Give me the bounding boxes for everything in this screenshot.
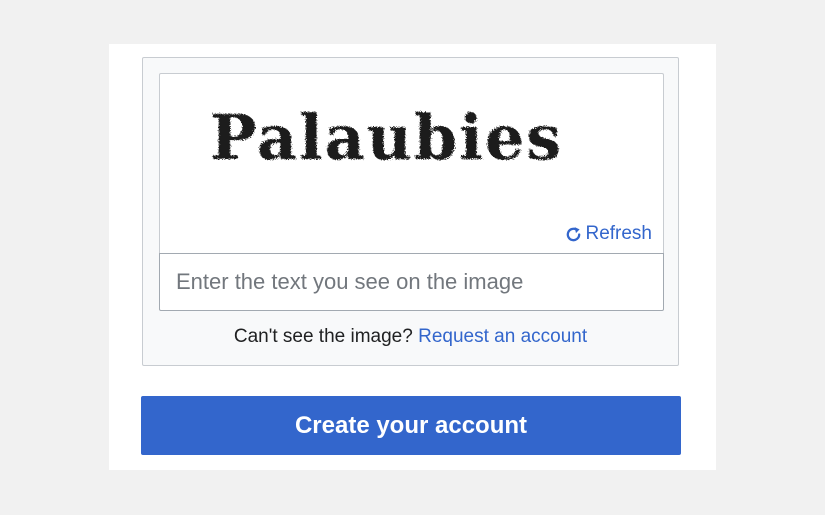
refresh-label: Refresh [585, 223, 652, 244]
refresh-icon [564, 225, 583, 244]
captcha-image: Palaubies [210, 101, 563, 174]
captcha-container: Palaubies Refresh Can't see the image? R… [142, 57, 679, 366]
captcha-text: Palaubies [210, 101, 563, 174]
captcha-help: Can't see the image? Request an account [143, 325, 678, 349]
captcha-help-prompt: Can't see the image? [233, 326, 413, 347]
request-account-link[interactable]: Request an account [418, 326, 587, 347]
captcha-input[interactable] [159, 253, 664, 311]
signup-panel: Palaubies Refresh Can't see the image? R… [109, 44, 716, 470]
create-account-button[interactable]: Create your account [141, 396, 681, 455]
refresh-button[interactable]: Refresh [564, 223, 652, 245]
captcha-image-frame: Palaubies Refresh [159, 73, 664, 253]
